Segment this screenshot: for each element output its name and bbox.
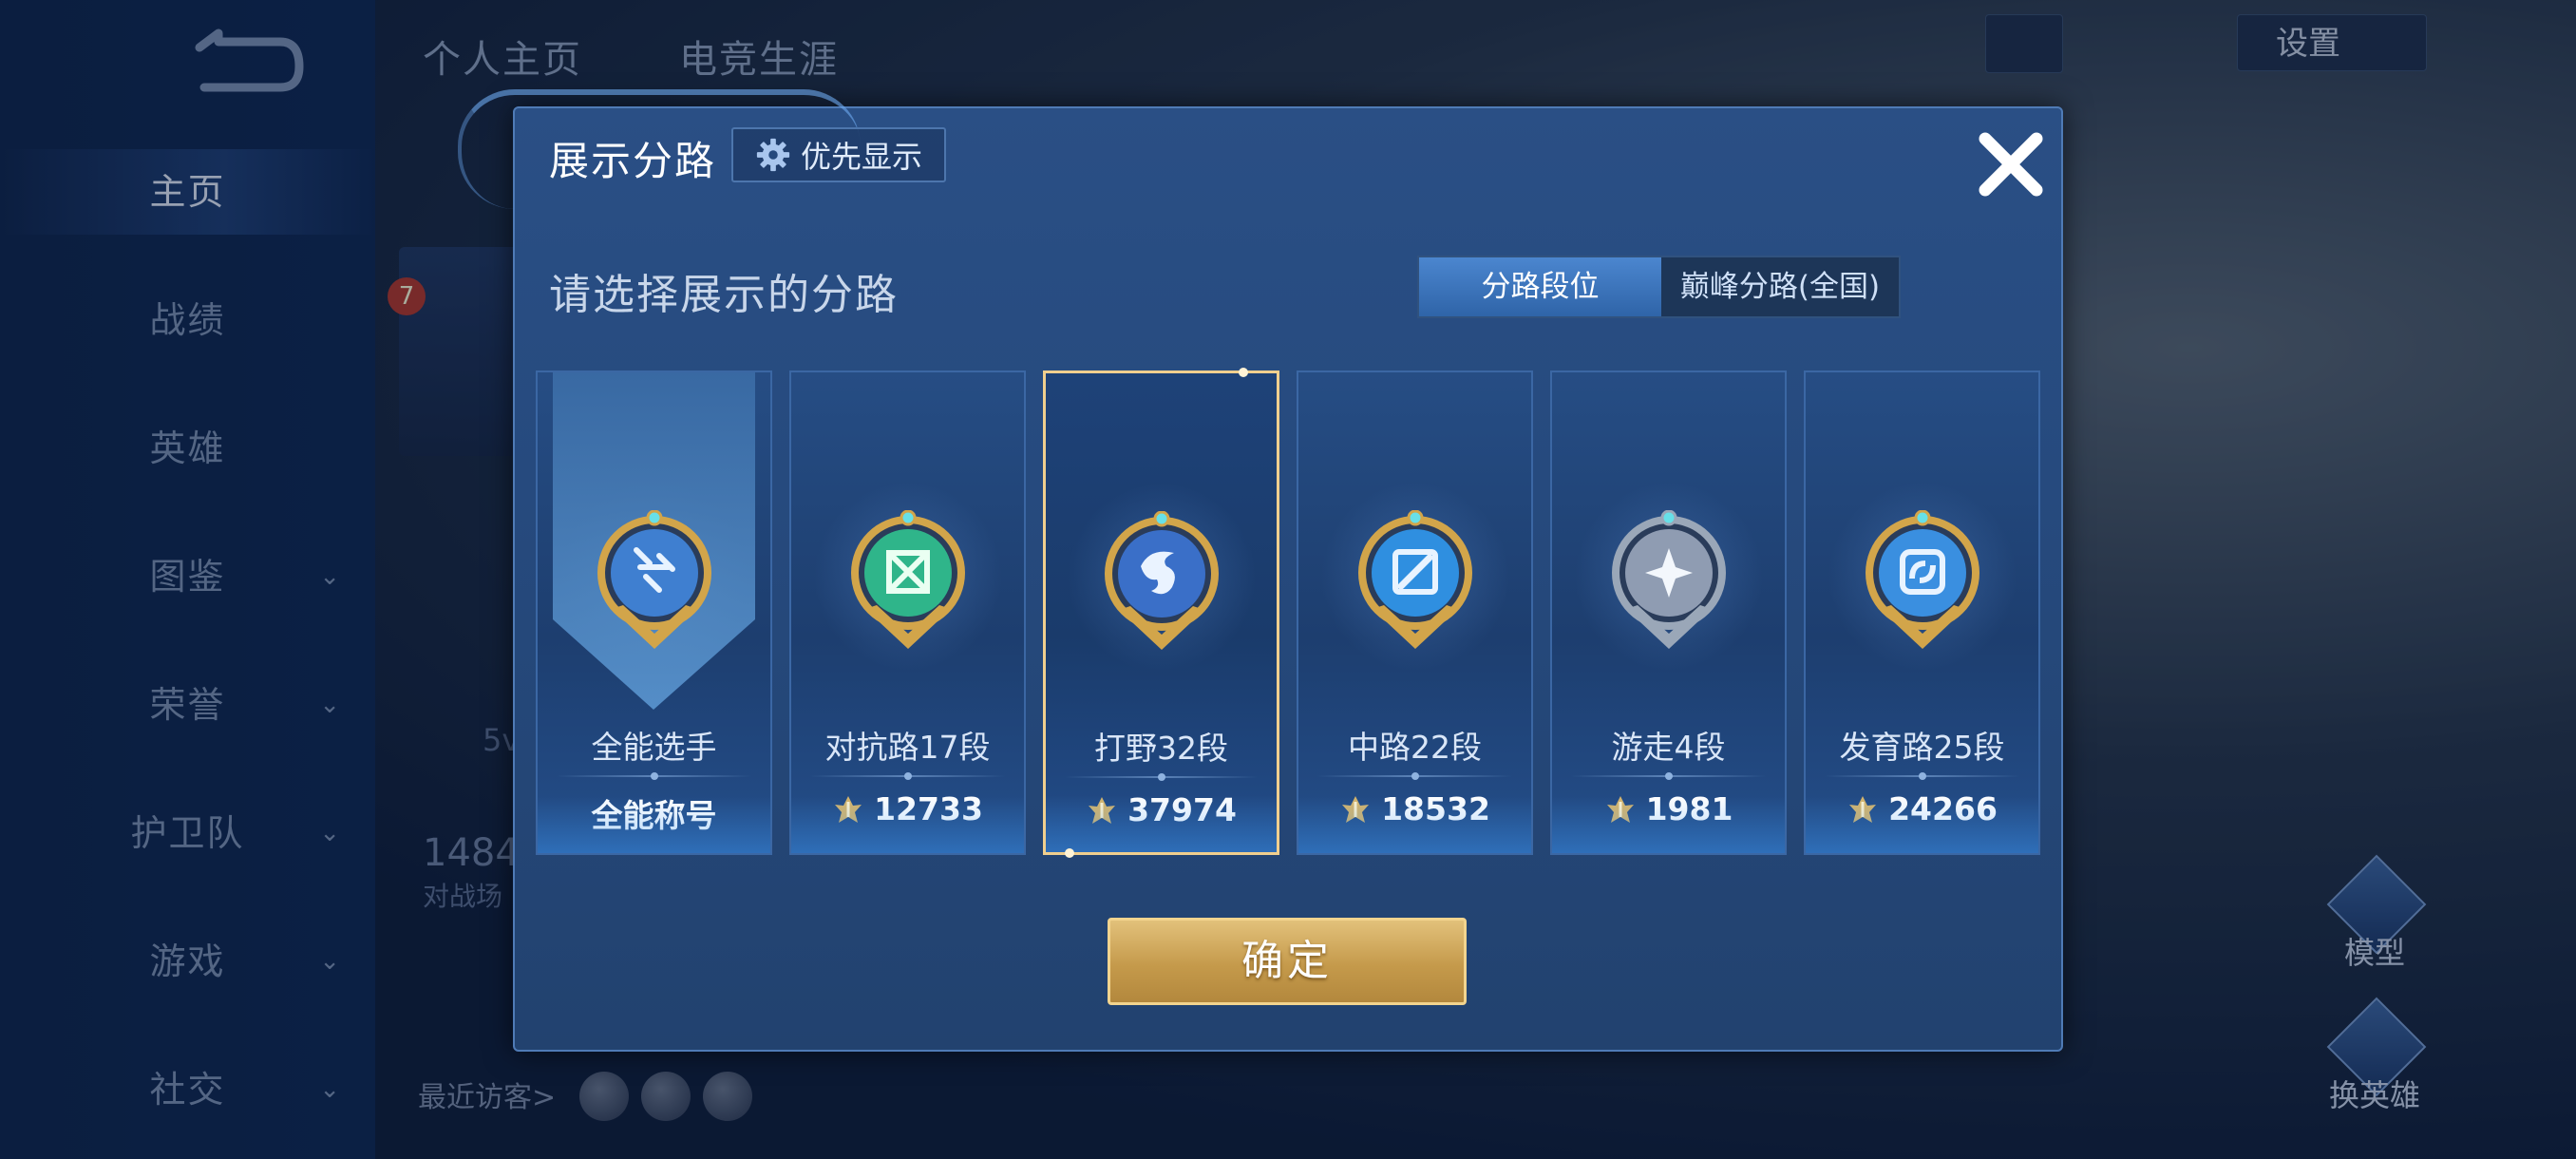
lane-card[interactable]: 全能选手全能称号	[536, 370, 772, 855]
lane-card[interactable]: 游走4段1981	[1550, 370, 1787, 855]
card-bottom-glow	[1806, 796, 2038, 853]
lane-label: 打野32段	[1094, 730, 1228, 767]
card-divider	[557, 772, 751, 780]
selection-corner-marker	[1065, 848, 1074, 858]
lane-display-dialog: 展示分路 优先显示 请选择展示的分路 分路段位 巅峰分路(全国) 全能选手全能称…	[458, 89, 2063, 1052]
all-round-lane-medal-icon	[597, 510, 711, 649]
lane-card[interactable]: 对抗路17段12733	[789, 370, 1026, 855]
lane-label: 对抗路17段	[824, 729, 991, 766]
lane-label: 游走4段	[1611, 729, 1726, 766]
gear-icon	[756, 138, 790, 172]
clash-lane-medal-icon	[850, 510, 965, 649]
lane-label: 全能选手	[591, 729, 717, 766]
card-divider	[1065, 773, 1258, 781]
lane-card[interactable]: 发育路25段24266	[1804, 370, 2040, 855]
tab-lane-rank[interactable]: 分路段位	[1419, 257, 1661, 316]
card-divider	[1317, 772, 1512, 780]
tab-peak-lane-national[interactable]: 巅峰分路(全国)	[1661, 257, 1899, 316]
mid-lane-medal-icon	[1357, 510, 1472, 649]
lane-card[interactable]: 中路22段18532	[1297, 370, 1533, 855]
dialog-title: 展示分路	[549, 138, 717, 184]
card-bottom-glow	[1552, 796, 1785, 853]
close-icon[interactable]	[1968, 122, 2054, 207]
lane-label: 发育路25段	[1839, 729, 2005, 766]
priority-display-label: 优先显示	[800, 139, 922, 175]
card-bottom-glow	[538, 796, 770, 853]
card-bottom-glow	[1046, 795, 1277, 852]
roam-lane-medal-icon	[1611, 510, 1726, 649]
card-divider	[1825, 772, 2019, 780]
priority-display-button[interactable]: 优先显示	[731, 127, 946, 182]
farm-lane-medal-icon	[1865, 510, 1979, 649]
card-bottom-glow	[1298, 796, 1531, 853]
lane-label: 中路22段	[1348, 729, 1482, 766]
select-lane-prompt: 请选择展示的分路	[549, 271, 899, 319]
card-bottom-glow	[791, 796, 1024, 853]
selection-corner-marker	[1239, 368, 1248, 377]
lane-card-list: 全能选手全能称号对抗路17段12733打野32段37974中路22段18532游…	[536, 368, 2046, 858]
lane-card[interactable]: 打野32段37974	[1043, 368, 1279, 858]
card-divider	[1571, 772, 1766, 780]
lane-rank-toggle: 分路段位 巅峰分路(全国)	[1417, 256, 1901, 318]
confirm-button[interactable]: 确定	[1108, 918, 1467, 1005]
jungle-lane-medal-icon	[1104, 511, 1219, 650]
card-divider	[810, 772, 1005, 780]
